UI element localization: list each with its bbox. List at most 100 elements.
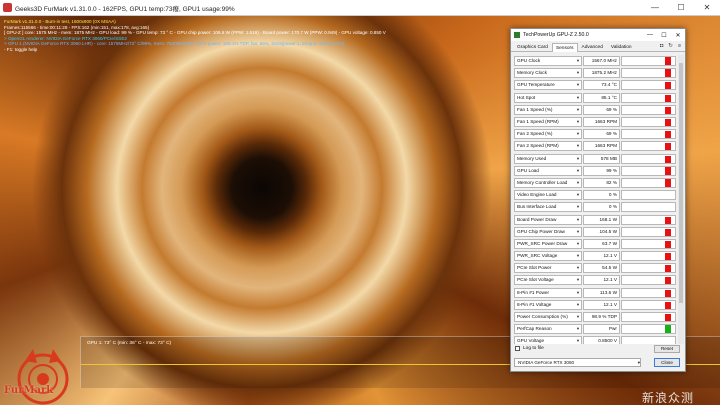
sensor-value: 168.1 W [583,214,620,225]
sensor-graph [621,117,676,128]
sensor-row: 8-Pin #1 Voltage ▼ 12.1 V [514,299,677,311]
maximize-button[interactable]: ☐ [668,0,694,16]
sensor-name-dropdown[interactable]: PCIe Slot Voltage ▼ [514,275,582,286]
chevron-down-icon: ▼ [576,119,580,125]
sensor-name: PWR_SRC Power Draw [517,240,568,246]
sensor-name-dropdown[interactable]: GPU Load ▼ [514,165,582,176]
sensor-graph [621,275,676,286]
reset-button[interactable]: Reset [654,345,680,353]
sensor-value: 12.1 V [583,275,620,286]
sensor-name-dropdown[interactable]: PCIe Slot Power ▼ [514,263,582,274]
sensor-value: 12.1 V [583,299,620,310]
sensor-graph [621,56,676,67]
chevron-down-icon: ▼ [576,94,580,100]
sensor-value: 82 % [583,177,620,188]
sensor-name-dropdown[interactable]: GPU Temperature ▼ [514,80,582,91]
sensor-value: 98.9 % TDP [583,312,620,323]
chevron-down-icon: ▼ [576,70,580,76]
sensor-row: PCIe Slot Power ▼ 54.5 W [514,262,677,274]
gpuz-minimize-button[interactable]: — [643,32,657,38]
chevron-down-icon: ▼ [576,143,580,149]
sensor-name-dropdown[interactable]: Board Power Draw ▼ [514,214,582,225]
sensor-name-dropdown[interactable]: Fan 1 Speed (RPM) ▼ [514,117,582,128]
sensor-name-dropdown[interactable]: Fan 2 Speed (RPM) ▼ [514,141,582,152]
checkbox-box[interactable] [515,346,520,351]
sensor-graph [621,226,676,237]
sensor-name-dropdown[interactable]: Memory Clock ▼ [514,68,582,79]
sensor-graph [621,165,676,176]
sensor-name-dropdown[interactable]: 8-Pin #1 Voltage ▼ [514,299,582,310]
chevron-down-icon: ▼ [576,301,580,307]
hud-line: - F1: toggle help [4,46,38,52]
sensor-name-dropdown[interactable]: Memory Used ▼ [514,153,582,164]
sensor-name: Memory Used [517,155,547,161]
sensor-value: 63.7 W [583,238,620,249]
sensor-name-dropdown[interactable]: GPU Clock ▼ [514,56,582,67]
sensor-graph-bar [665,119,671,127]
sensor-row: Fan 1 Speed (RPM) ▼ 1663 RPM [514,116,677,128]
sensor-name: Video Engine Load [517,192,557,198]
sensor-value: 104.5 W [583,226,620,237]
sensor-row: 8-Pin #1 Power ▼ 113.6 W [514,287,677,299]
temperature-graph-label: GPU 1: 73° C (min: 36° C - max: 73° C) [87,341,172,346]
sensor-name-dropdown[interactable]: Memory Controller Load ▼ [514,177,582,188]
sensor-value: 85.1 °C [583,92,620,103]
sensor-graph [621,190,676,201]
sensor-name-dropdown[interactable]: Fan 2 Speed (%) ▼ [514,129,582,140]
sensor-name: GPU Voltage [517,338,545,344]
sensor-value: Pwr [583,324,620,335]
sensor-name-dropdown[interactable]: PerfCap Reason ▼ [514,324,582,335]
tab-validation[interactable]: Validation [607,42,636,51]
sensor-row: Video Engine Load ▼ 0 % [514,189,677,201]
sensor-graph-bar [665,289,671,297]
chevron-down-icon: ▼ [576,289,580,295]
sensor-graph [621,104,676,115]
sensor-graph [621,214,676,225]
sensor-name-dropdown[interactable]: Power Consumption (%) ▼ [514,312,582,323]
sensor-name: Fan 1 Speed (%) [517,106,553,112]
chevron-down-icon: ▼ [576,106,580,112]
close-button[interactable]: Close [654,358,680,367]
tab-graphics-card[interactable]: Graphics Card [513,42,552,51]
chevron-down-icon: ▾ [637,360,640,365]
sensor-graph [621,299,676,310]
sensor-scrollbar[interactable] [678,55,684,344]
sensor-name-dropdown[interactable]: GPU Chip Power Draw ▼ [514,226,582,237]
gpuz-window: TechPowerUp GPU-Z 2.50.0 — ☐ ✕ Graphics … [510,28,686,372]
sensor-name-dropdown[interactable]: Fan 1 Speed (%) ▼ [514,104,582,115]
gpuz-tabs: Graphics Card Sensors Advanced Validatio… [511,41,685,52]
sensor-name-dropdown[interactable]: Video Engine Load ▼ [514,190,582,201]
sensor-name-dropdown[interactable]: Hot Spot ▼ [514,92,582,103]
gpuz-maximize-button[interactable]: ☐ [657,32,671,39]
sensor-name-dropdown[interactable]: PWR_SRC Power Draw ▼ [514,238,582,249]
sensor-scrollbar-thumb[interactable] [679,63,683,303]
tab-advanced[interactable]: Advanced [578,42,607,51]
menu-icon[interactable]: ≡ [676,43,683,50]
sensor-row: Fan 2 Speed (RPM) ▼ 1663 RPM [514,140,677,152]
sensor-list: GPU Clock ▼ 1567.0 MHz Memory Clock ▼ 1875.2 … [514,55,677,344]
log-to-file-checkbox[interactable]: Log to file [515,346,544,351]
sensor-name-dropdown[interactable]: PWR_SRC Voltage ▼ [514,251,582,262]
sensor-name-dropdown[interactable]: Bus Interface Load ▼ [514,202,582,213]
sensor-name-dropdown[interactable]: GPU Voltage ▼ [514,336,582,344]
sensor-graph-bar [665,143,671,151]
minimize-button[interactable]: — [642,0,668,16]
sensor-value: 1567.0 MHz [583,56,620,67]
sensor-name: GPU Clock [517,58,541,64]
sensor-value: 12.1 V [583,251,620,262]
close-button[interactable]: ✕ [694,0,720,16]
sensor-graph [621,263,676,274]
gpuz-close-button[interactable]: ✕ [671,32,685,39]
tab-sensors[interactable]: Sensors [551,43,578,52]
refresh-icon[interactable]: ↻ [667,43,674,50]
sensor-row: GPU Temperature ▼ 73.4 °C [514,79,677,91]
chevron-down-icon: ▼ [576,314,580,320]
sensor-name-dropdown[interactable]: 8-Pin #1 Power ▼ [514,287,582,298]
camera-icon[interactable]: ◘ [658,43,665,50]
sensor-value: 54.5 W [583,263,620,274]
sensor-name: Fan 1 Speed (RPM) [517,119,559,125]
sensor-graph [621,153,676,164]
sensor-row: Memory Clock ▼ 1875.2 MHz [514,67,677,79]
gpu-select-value: NVIDIA GeForce RTX 3060 [518,360,575,365]
gpu-select[interactable]: NVIDIA GeForce RTX 3060 ▾ [514,358,641,367]
